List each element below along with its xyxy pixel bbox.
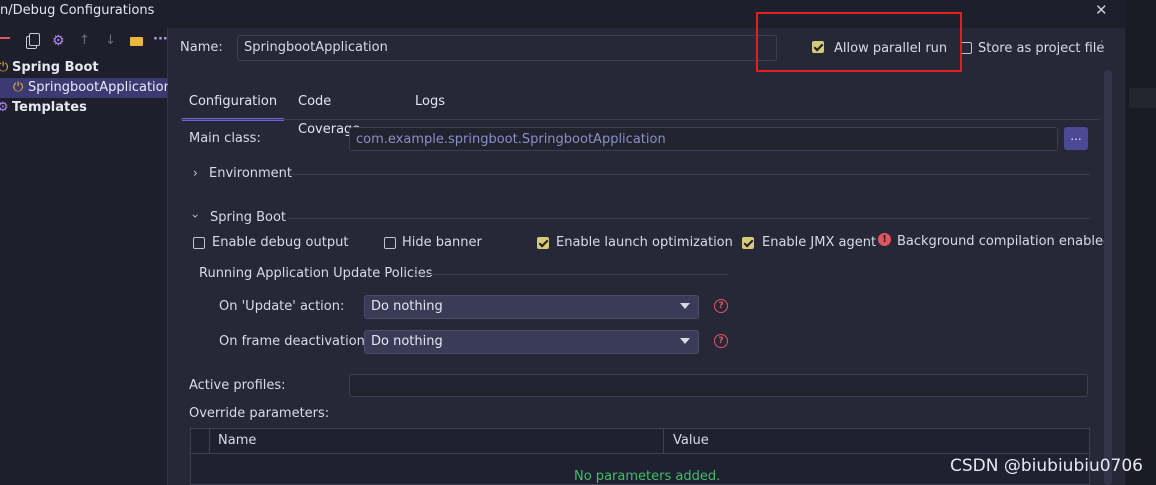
enable-launch-optimization-label: Enable launch optimization — [556, 235, 733, 250]
window-title: n/Debug Configurations — [0, 3, 155, 18]
watermark: CSDN @biubiubiu0706 — [950, 456, 1144, 476]
more-icon[interactable]: ··· — [153, 32, 168, 47]
highlight-box — [756, 12, 962, 72]
column-header-value[interactable]: Value — [673, 433, 709, 448]
browse-button[interactable]: ... — [1064, 127, 1088, 150]
tree-item-label: Templates — [12, 100, 87, 115]
enable-debug-output-label: Enable debug output — [212, 235, 349, 250]
gear-icon[interactable]: ⚙ — [52, 33, 65, 49]
policies-divider — [412, 274, 729, 275]
tree-item-spring-boot[interactable]: ⏻ Spring Boot — [0, 58, 167, 78]
chevron-right-icon[interactable]: › — [193, 166, 198, 180]
help-icon[interactable]: ? — [714, 299, 728, 313]
active-profiles-label: Active profiles: — [189, 378, 286, 393]
empty-table-message: No parameters added. — [574, 469, 721, 484]
power-icon: ⏻ — [13, 80, 24, 95]
active-profiles-input[interactable] — [349, 374, 1088, 397]
hide-banner-label: Hide banner — [402, 235, 482, 250]
on-update-dropdown[interactable]: Do nothing — [364, 295, 699, 319]
enable-jmx-agent-checkbox[interactable] — [742, 237, 754, 249]
name-label: Name: — [180, 40, 223, 55]
arrow-down-icon[interactable]: ↓ — [105, 33, 116, 48]
on-update-value: Do nothing — [371, 299, 443, 314]
name-input[interactable]: SpringbootApplication — [237, 35, 777, 61]
enable-launch-optimization-checkbox[interactable] — [537, 237, 549, 249]
gear-icon: ⚙ — [0, 100, 9, 115]
minus-icon[interactable] — [0, 31, 14, 45]
table-header — [191, 429, 1089, 454]
tab-code-coverage[interactable]: Code Coverage — [298, 88, 360, 137]
help-icon[interactable]: ? — [714, 334, 728, 348]
main-class-label: Main class: — [189, 131, 261, 146]
tab-divider — [180, 119, 1100, 120]
power-icon: ⏻ — [0, 60, 9, 75]
enable-jmx-agent-label: Enable JMX agent — [762, 235, 877, 250]
chevron-down-icon — [680, 338, 690, 344]
folder-add-icon[interactable] — [130, 37, 143, 46]
more-options-icon[interactable]: :. — [1100, 37, 1104, 54]
vertical-scrollbar[interactable] — [1104, 70, 1112, 485]
column-header-name[interactable]: Name — [218, 433, 256, 448]
tab-configuration[interactable]: Configuration — [182, 88, 284, 121]
hide-banner-checkbox[interactable] — [384, 237, 396, 249]
chevron-down-icon — [680, 303, 690, 309]
main-class-input[interactable]: com.example.springboot.SpringbootApplica… — [349, 127, 1058, 151]
store-as-project-file-label: Store as project file — [978, 41, 1105, 56]
arrow-up-icon[interactable]: ↑ — [79, 33, 90, 48]
tree-item-springboot-application[interactable]: ⏻ SpringbootApplication — [0, 78, 172, 98]
on-frame-deactivation-value: Do nothing — [371, 334, 443, 349]
update-policies-label: Running Application Update Policies — [199, 266, 433, 281]
environment-section[interactable]: Environment — [209, 166, 292, 181]
close-icon[interactable]: ✕ — [1095, 1, 1108, 19]
table-column-divider — [209, 429, 210, 453]
tab-logs[interactable]: Logs — [415, 88, 445, 118]
warning-icon: ! — [878, 233, 891, 246]
tree-item-label: Spring Boot — [12, 60, 99, 75]
table-column-divider — [663, 429, 664, 453]
spring-boot-section[interactable]: Spring Boot — [210, 210, 286, 225]
chevron-down-icon[interactable]: › — [188, 214, 202, 219]
on-frame-deactivation-label: On frame deactivation: — [219, 334, 370, 349]
tree-item-templates[interactable]: ⚙ Templates — [0, 98, 167, 118]
spring-boot-divider — [287, 218, 1090, 219]
copy-icon-front — [29, 33, 40, 46]
background-editor-strip — [1126, 0, 1156, 485]
on-update-label: On 'Update' action: — [219, 299, 345, 314]
tree-item-label: SpringbootApplication — [28, 80, 172, 95]
on-frame-deactivation-dropdown[interactable]: Do nothing — [364, 330, 699, 354]
enable-debug-output-checkbox[interactable] — [193, 237, 205, 249]
override-parameters-label: Override parameters: — [189, 406, 330, 421]
background-compilation-label: Background compilation enabled — [897, 234, 1112, 249]
environment-divider — [290, 174, 1090, 175]
